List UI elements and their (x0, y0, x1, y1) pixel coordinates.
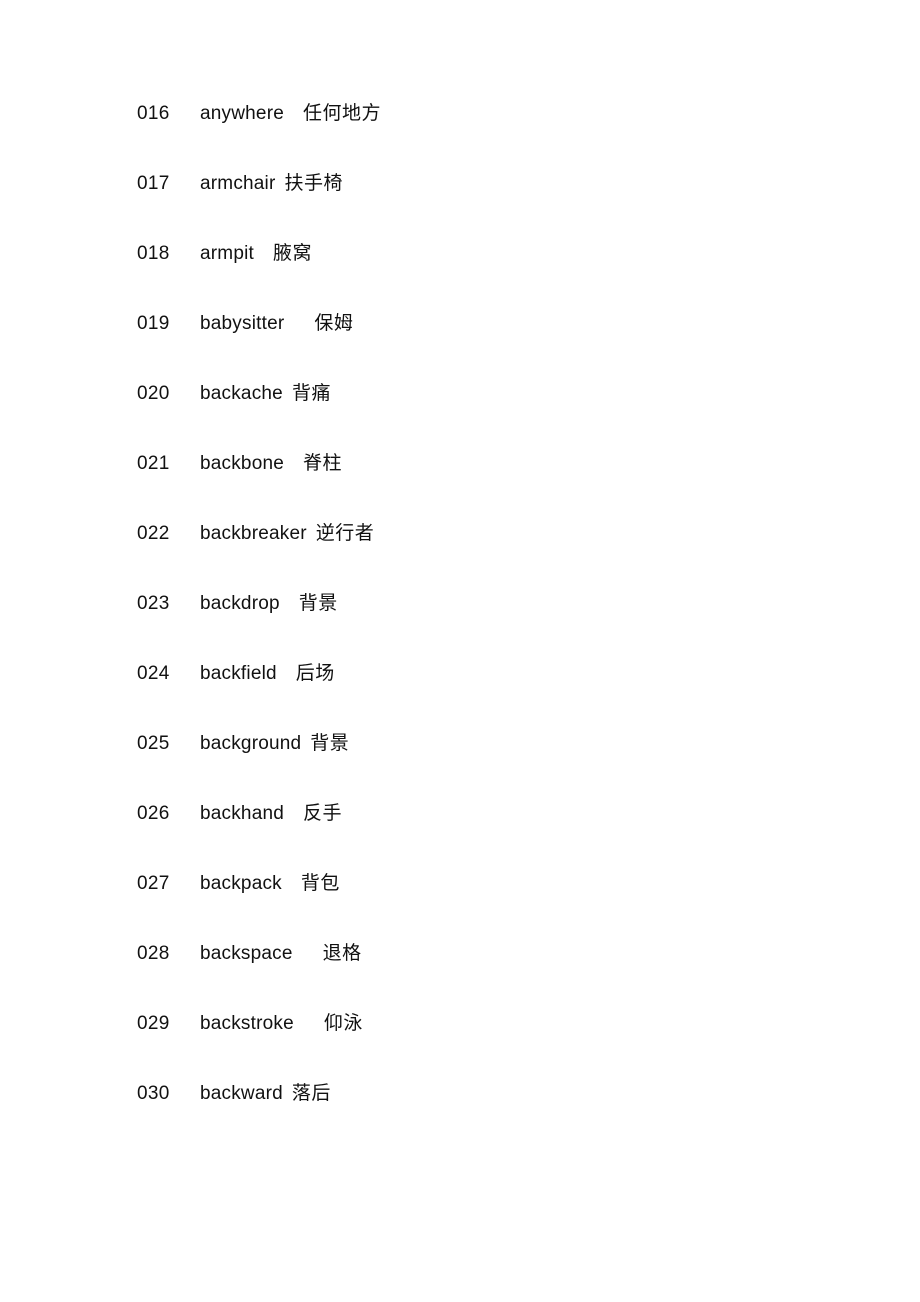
row-index: 027 (137, 873, 170, 894)
row-index: 026 (137, 803, 170, 824)
vocabulary-term: backbreaker (200, 523, 307, 544)
row-index: 017 (137, 173, 170, 194)
vocabulary-gloss: 背包 (300, 873, 340, 894)
vocabulary-term: babysitter (200, 313, 285, 334)
vocabulary-gloss: 后场 (295, 663, 335, 684)
row-index: 021 (137, 453, 170, 474)
row-index: 022 (137, 523, 170, 544)
vocabulary-term: backward (200, 1083, 283, 1104)
vocabulary-gloss: 退格 (322, 943, 362, 964)
vocabulary-row: 017 armchair 扶手椅 (137, 174, 837, 244)
vocabulary-term: backspace (200, 943, 293, 964)
vocabulary-term: backache (200, 383, 283, 404)
vocabulary-row: 028 backspace 退格 (137, 944, 837, 1014)
vocabulary-gloss: 任何地方 (302, 103, 381, 124)
document-page: 016 anywhere 任何地方 017 armchair 扶手椅 018 armpit 腋窝… (0, 0, 920, 1302)
vocabulary-row: 026 backhand 反手 (137, 804, 837, 874)
vocabulary-term: backhand (200, 803, 285, 824)
row-index: 016 (137, 103, 170, 124)
vocabulary-term: backfield (200, 663, 277, 684)
row-index: 025 (137, 733, 170, 754)
vocabulary-term: backbone (200, 453, 285, 474)
vocabulary-row: 024 backfield 后场 (137, 664, 837, 734)
vocabulary-term: armchair (200, 173, 276, 194)
vocabulary-gloss: 背景 (310, 733, 350, 754)
vocabulary-term: backpack (200, 873, 282, 894)
row-index: 020 (137, 383, 170, 404)
vocabulary-row: 023 backdrop 背景 (137, 594, 837, 664)
vocabulary-term: armpit (200, 243, 254, 264)
vocabulary-gloss: 保姆 (314, 313, 354, 334)
vocabulary-row: 018 armpit 腋窝 (137, 244, 837, 314)
vocabulary-gloss: 逆行者 (315, 523, 375, 544)
vocabulary-gloss: 腋窝 (273, 243, 313, 264)
vocabulary-row: 016 anywhere 任何地方 (137, 104, 837, 174)
vocabulary-row: 021 backbone 脊柱 (137, 454, 837, 524)
row-index: 024 (137, 663, 170, 684)
row-index: 018 (137, 243, 170, 264)
vocabulary-row: 029 backstroke 仰泳 (137, 1014, 837, 1084)
vocabulary-term: backstroke (200, 1013, 294, 1034)
row-index: 028 (137, 943, 170, 964)
vocabulary-row: 027 backpack 背包 (137, 874, 837, 944)
vocabulary-row: 030 backward 落后 (137, 1084, 837, 1154)
vocabulary-row: 020 backache 背痛 (137, 384, 837, 454)
vocabulary-gloss: 脊柱 (303, 453, 343, 474)
vocabulary-gloss: 背景 (298, 593, 338, 614)
vocabulary-gloss: 仰泳 (323, 1013, 363, 1034)
row-index: 023 (137, 593, 170, 614)
vocabulary-gloss: 反手 (303, 803, 343, 824)
vocabulary-gloss: 扶手椅 (284, 173, 344, 194)
row-index: 030 (137, 1083, 170, 1104)
row-index: 019 (137, 313, 170, 334)
vocabulary-list: 016 anywhere 任何地方 017 armchair 扶手椅 018 armpit 腋窝… (137, 104, 837, 1154)
vocabulary-row: 025 background 背景 (137, 734, 837, 804)
vocabulary-term: anywhere (200, 103, 284, 124)
vocabulary-row: 022 backbreaker 逆行者 (137, 524, 837, 594)
vocabulary-gloss: 落后 (291, 1083, 331, 1104)
vocabulary-term: background (200, 733, 302, 754)
vocabulary-row: 019 babysitter 保姆 (137, 314, 837, 384)
row-index: 029 (137, 1013, 170, 1034)
vocabulary-gloss: 背痛 (291, 383, 331, 404)
vocabulary-term: backdrop (200, 593, 280, 614)
